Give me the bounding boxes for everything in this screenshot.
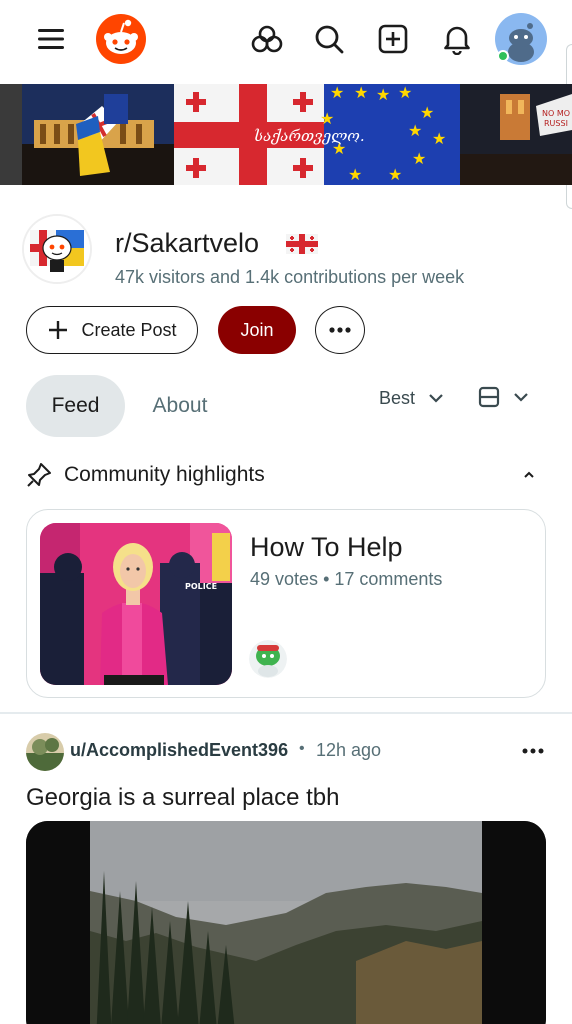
svg-text:★: ★ [330, 84, 344, 102]
post-title[interactable]: Georgia is a surreal place tbh [26, 784, 340, 812]
sort-label: Best [379, 388, 416, 408]
svg-text:★: ★ [320, 109, 334, 128]
pin-icon [26, 462, 52, 488]
georgia-flag-icon [286, 234, 318, 254]
card-view-icon [478, 386, 500, 408]
sort-dropdown[interactable]: Best [379, 388, 443, 409]
svg-text:★: ★ [420, 103, 434, 122]
post-author-avatar[interactable] [26, 733, 64, 771]
highlight-card[interactable]: POLICE How To Help 49 votes • 17 comment… [26, 509, 546, 698]
reddit-logo[interactable] [94, 12, 148, 66]
chevron-down-icon [429, 394, 443, 403]
chevron-up-icon[interactable] [518, 464, 540, 486]
bell-icon[interactable] [436, 18, 478, 60]
post-time: 12h ago [316, 740, 382, 760]
highlight-votes: 49 votes [250, 569, 319, 589]
user-avatar[interactable] [494, 12, 548, 66]
chevron-down-icon [514, 392, 528, 402]
svg-text:★: ★ [412, 149, 426, 168]
community-banner: ★ ★ ★ ★ ★ ★ ★ ★ ★ ★ ★ ★ საქართველო. NO MO RUSSI [0, 84, 572, 185]
highlights-title: Community highlights [64, 463, 265, 486]
svg-text:★: ★ [354, 84, 368, 102]
community-highlights-header[interactable]: Community highlights [26, 460, 546, 492]
join-button[interactable]: Join [218, 306, 296, 354]
svg-text:★: ★ [432, 129, 446, 148]
plus-icon [49, 321, 68, 339]
community-icon[interactable] [24, 216, 90, 282]
svg-text:★: ★ [408, 121, 422, 140]
svg-text:★: ★ [376, 85, 390, 104]
highlight-thumbnail: POLICE [40, 523, 232, 685]
community-name: r/Sakartvelo [115, 228, 260, 258]
community-options-button[interactable] [315, 306, 365, 354]
svg-text:RUSSI: RUSSI [544, 119, 568, 128]
banner-script-text: საქართველო. [254, 127, 365, 145]
menu-icon[interactable] [30, 18, 72, 60]
plus-square-icon[interactable] [372, 18, 414, 60]
feed-divider [0, 712, 572, 714]
highlight-comments: 17 comments [334, 569, 443, 589]
highlight-meta: 49 votes • 17 comments [250, 569, 442, 590]
post-image[interactable] [26, 821, 546, 1024]
ellipsis-icon [329, 327, 351, 333]
svg-text:NO MO: NO MO [542, 109, 570, 118]
search-icon[interactable] [308, 18, 350, 60]
highlight-title: How To Help [250, 532, 403, 562]
community-stats: 47k visitors and 1.4k contributions per … [115, 267, 465, 287]
view-mode-dropdown[interactable] [478, 386, 528, 408]
post-username[interactable]: u/AccomplishedEvent396 [70, 740, 288, 761]
tab-feed[interactable]: Feed [26, 375, 125, 437]
tab-about[interactable]: About [140, 375, 220, 437]
svg-text:★: ★ [398, 84, 412, 102]
create-post-label: Create Post [81, 319, 177, 340]
create-post-button[interactable]: Create Post [26, 306, 198, 354]
post-separator: • [299, 740, 305, 757]
top-bar [0, 0, 572, 84]
highlight-author-avatar [249, 640, 287, 678]
highlight-sep: • [323, 569, 330, 589]
mod-icon[interactable] [246, 18, 288, 60]
svg-text:★: ★ [348, 165, 362, 184]
post-options-icon[interactable] [516, 736, 550, 766]
svg-text:★: ★ [388, 165, 402, 184]
police-label: POLICE [185, 582, 217, 591]
